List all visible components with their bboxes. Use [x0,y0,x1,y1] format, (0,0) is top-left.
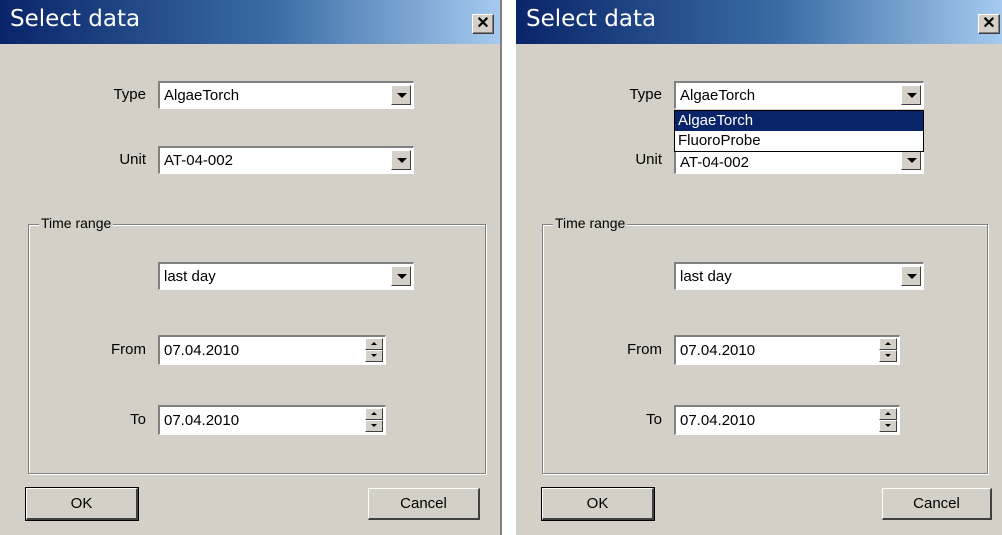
ok-button[interactable]: OK [541,487,655,521]
chevron-down-icon[interactable] [901,266,921,286]
type-label: Type [113,86,146,103]
spin-down-icon[interactable] [879,350,897,362]
range-dropdown[interactable]: last day [674,262,924,290]
close-icon: ✕ [476,15,490,32]
title-bar[interactable]: Select data ✕ [516,0,1002,44]
title-bar[interactable]: Select data ✕ [0,0,500,44]
spin-buttons [365,408,383,432]
type-label: Type [629,86,662,103]
close-button[interactable]: ✕ [978,14,1000,34]
range-value: last day [164,268,216,285]
type-dropdown[interactable]: AlgaeTorch [158,81,414,109]
time-range-legend: Time range [553,215,628,231]
spin-down-icon[interactable] [879,420,897,432]
unit-label: Unit [119,151,146,168]
spin-up-icon[interactable] [879,338,897,350]
to-date-picker[interactable]: 07.04.2010 [674,405,900,435]
select-data-dialog: Select data ✕ Type AlgaeTorch AlgaeTorch… [516,0,1002,535]
from-date-value: 07.04.2010 [680,342,756,359]
to-date-picker[interactable]: 07.04.2010 [158,405,386,435]
from-date-picker[interactable]: 07.04.2010 [674,335,900,365]
to-date-value: 07.04.2010 [164,412,240,429]
spin-buttons [365,338,383,362]
cancel-button[interactable]: Cancel [882,488,992,520]
unit-dropdown[interactable]: AT-04-002 [158,146,414,174]
spin-up-icon[interactable] [879,408,897,420]
ok-button[interactable]: OK [25,487,139,521]
to-date-value: 07.04.2010 [680,412,756,429]
spin-down-icon[interactable] [365,350,383,362]
time-range-legend: Time range [39,215,114,231]
unit-value: AT-04-002 [680,154,749,171]
option-algaetorch[interactable]: AlgaeTorch [675,111,923,131]
range-value: last day [680,268,732,285]
chevron-down-icon[interactable] [901,85,921,105]
chevron-down-icon[interactable] [391,150,411,170]
close-button[interactable]: ✕ [472,14,494,34]
spin-up-icon[interactable] [365,408,383,420]
from-date-value: 07.04.2010 [164,342,240,359]
chevron-down-icon[interactable] [391,85,411,105]
from-label: From [111,341,146,358]
select-data-dialog: Select data ✕ Type AlgaeTorch Unit AT-04… [0,0,502,535]
spin-buttons [879,408,897,432]
cancel-button[interactable]: Cancel [368,488,480,520]
chevron-down-icon[interactable] [901,150,921,170]
unit-label: Unit [635,151,662,168]
dialog-title: Select data [526,6,657,32]
chevron-down-icon[interactable] [391,266,411,286]
type-dropdown[interactable]: AlgaeTorch [674,81,924,109]
dialog-title: Select data [10,6,141,32]
to-label: To [646,411,662,428]
option-fluoroprobe[interactable]: FluoroProbe [675,131,923,151]
spin-buttons [879,338,897,362]
close-icon: ✕ [982,15,996,32]
from-label: From [627,341,662,358]
spin-down-icon[interactable] [365,420,383,432]
to-label: To [130,411,146,428]
type-value: AlgaeTorch [164,87,240,104]
range-dropdown[interactable]: last day [158,262,414,290]
unit-value: AT-04-002 [164,152,233,169]
type-options-list: AlgaeTorch FluoroProbe [674,110,924,152]
type-value: AlgaeTorch [680,87,756,104]
from-date-picker[interactable]: 07.04.2010 [158,335,386,365]
spin-up-icon[interactable] [365,338,383,350]
